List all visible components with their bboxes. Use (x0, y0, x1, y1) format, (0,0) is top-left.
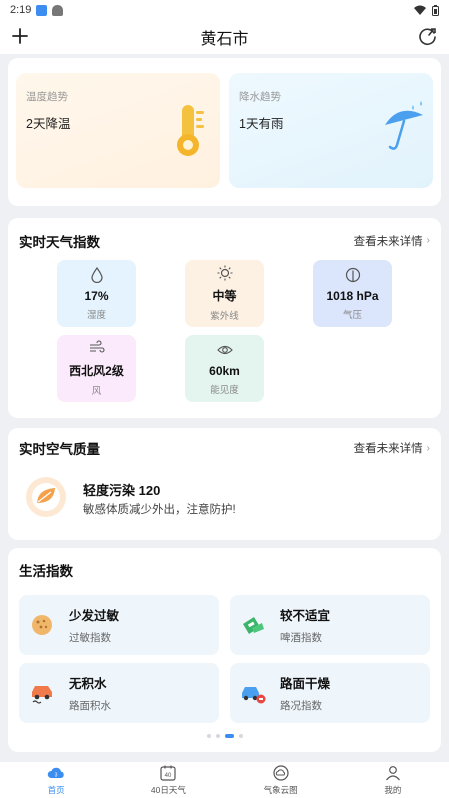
pressure-gauge-icon (345, 267, 360, 282)
tab-cloud-map-label: 气象云图 (263, 785, 298, 795)
svg-text:40: 40 (165, 773, 172, 779)
tab-profile[interactable]: 我的 (337, 762, 449, 798)
water-index-label: 路面积水 (69, 700, 111, 712)
humidity-value: 17% (84, 288, 109, 303)
pressure-tile[interactable]: 1018 hPa 气压 (313, 260, 392, 327)
visibility-tile[interactable]: 60km 能见度 (185, 335, 264, 402)
weather-notification-icon (36, 4, 48, 16)
wind-tile[interactable]: 西北风2级 风 (57, 335, 136, 402)
eye-icon (216, 345, 233, 354)
uv-value: 中等 (212, 289, 237, 303)
air-quality-advice: 敏感体质减少外出，注意防护! (83, 504, 236, 516)
profile-icon (385, 766, 400, 781)
realtime-index-card: 实时天气指数 查看未来详情 › 17% 湿度 中等 紫外线 1018 hPa 气压… (8, 218, 441, 418)
top-bar: 黄石市 (0, 20, 449, 54)
uv-label: 紫外线 (210, 311, 239, 322)
realtime-index-title: 实时天气指数 (19, 234, 100, 250)
allergy-index-tile[interactable]: 少发过敏 过敏指数 (19, 595, 219, 655)
precipitation-trend-card[interactable]: 降水趋势 1天有雨 (229, 73, 433, 188)
life-index-title: 生活指数 (19, 564, 73, 579)
car-water-icon (32, 686, 52, 704)
tab-cloud-map[interactable]: 气象云图 (225, 762, 337, 798)
status-time: 2:19 (10, 4, 32, 16)
beer-icon (243, 617, 264, 634)
city-title: 黄石市 (200, 31, 249, 48)
pressure-value: 1018 hPa (326, 288, 379, 303)
allergy-index-value: 少发过敏 (69, 609, 120, 623)
add-city-button[interactable] (10, 26, 30, 46)
beer-index-label: 啤酒指数 (280, 632, 322, 644)
temperature-trend-card[interactable]: 温度趋势 2天降温 (16, 73, 220, 188)
refresh-icon[interactable] (417, 26, 439, 48)
water-index-value: 无积水 (69, 677, 107, 691)
android-notification-icon (52, 4, 64, 16)
tab-profile-label: 我的 (384, 785, 402, 795)
thermometer-icon (177, 105, 204, 156)
visibility-value: 60km (209, 363, 240, 378)
life-index-pager[interactable] (0, 734, 449, 738)
humidity-icon (90, 266, 103, 283)
trend-card: 温度趋势 2天降温 降水趋势 1天有雨 (8, 58, 441, 206)
temperature-trend-label: 温度趋势 (26, 91, 68, 103)
battery-icon (432, 4, 439, 16)
tab-home-label: 首页 (47, 785, 65, 795)
umbrella-icon (385, 101, 423, 150)
uv-tile[interactable]: 中等 紫外线 (185, 260, 264, 327)
beer-index-tile[interactable]: 较不适宜 啤酒指数 (230, 595, 430, 655)
cloud-home-icon: 3 (47, 767, 64, 779)
pressure-label: 气压 (342, 309, 362, 321)
svg-text:3: 3 (55, 773, 58, 779)
pager-dot[interactable] (215, 734, 220, 738)
tab-40-day-label: 40日天气 (150, 785, 186, 795)
chevron-right-icon: › (426, 442, 430, 454)
pager-dot[interactable] (238, 734, 243, 738)
pager-dot[interactable] (206, 734, 211, 738)
wind-icon (89, 340, 105, 353)
air-more-label: 查看未来详情 (353, 443, 423, 455)
humidity-tile[interactable]: 17% 湿度 (57, 260, 136, 327)
life-index-card: 生活指数 少发过敏 过敏指数 较不适宜 啤酒指数 无积水 路面积水 路面干燥 路… (8, 548, 441, 752)
air-quality-title: 实时空气质量 (19, 442, 100, 457)
leaf-badge-icon (26, 477, 66, 517)
tab-40-day[interactable]: 40 40日天气 (112, 762, 224, 798)
chevron-right-icon: › (426, 235, 430, 246)
realtime-more-link[interactable]: 查看未来详情 › (354, 233, 430, 249)
wifi-icon (414, 5, 426, 15)
allergy-index-label: 过敏指数 (69, 632, 111, 644)
status-bar: 2:19 (0, 0, 449, 20)
car-road-icon (242, 687, 266, 704)
calendar-40-icon: 40 (160, 765, 176, 781)
bottom-tab-bar: 3 首页 40 40日天气 气象云图 我的 (0, 762, 449, 798)
road-index-label: 路况指数 (280, 700, 322, 712)
water-index-tile[interactable]: 无积水 路面积水 (19, 663, 219, 723)
cookie-icon (32, 615, 52, 635)
tab-home[interactable]: 3 首页 (0, 762, 112, 798)
road-index-value: 路面干燥 (280, 677, 331, 691)
humidity-label: 湿度 (86, 309, 106, 321)
realtime-more-label: 查看未来详情 (353, 235, 423, 248)
sun-icon (217, 265, 232, 281)
cloud-map-icon (273, 765, 289, 781)
air-quality-card: 实时空气质量 查看未来详情 › 轻度污染 120 敏感体质减少外出，注意防护! (8, 428, 441, 540)
road-index-tile[interactable]: 路面干燥 路况指数 (230, 663, 430, 723)
air-more-link[interactable]: 查看未来详情 › (354, 440, 430, 456)
wind-value: 西北风2级 (69, 364, 124, 378)
air-quality-level: 轻度污染 120 (83, 483, 161, 498)
wind-label: 风 (91, 386, 102, 397)
visibility-label: 能见度 (210, 384, 239, 396)
pager-dot[interactable] (224, 734, 234, 738)
beer-index-value: 较不适宜 (280, 609, 331, 623)
